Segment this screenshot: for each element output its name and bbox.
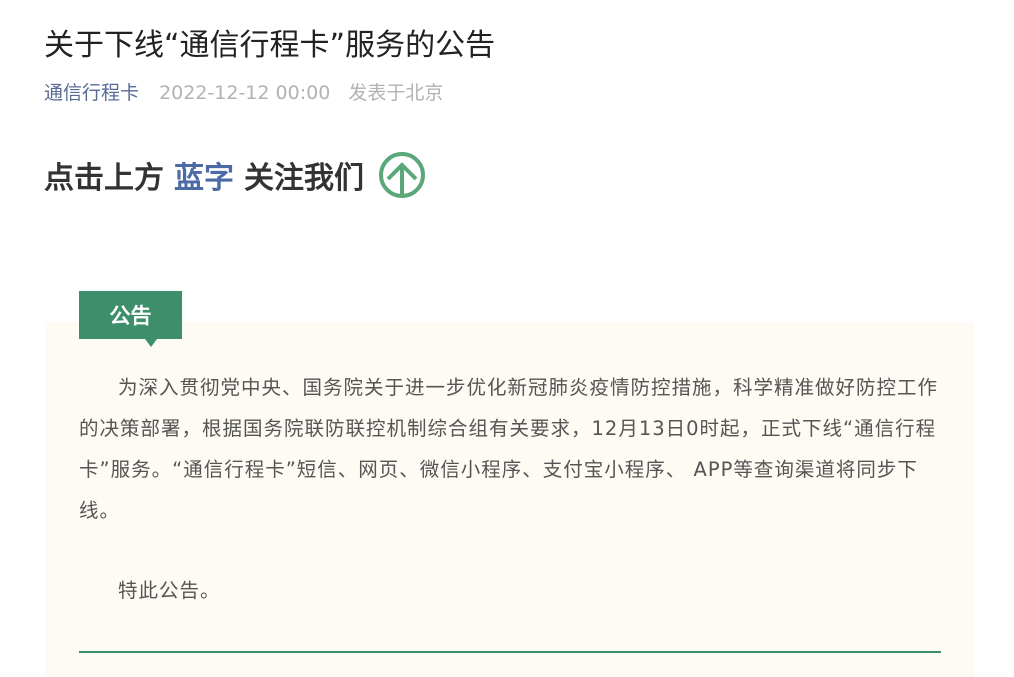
follow-prefix: 点击上方 bbox=[44, 161, 164, 196]
notice-tag: 公告 bbox=[79, 291, 182, 339]
article-title: 关于下线“通信行程卡”服务的公告 bbox=[44, 28, 496, 63]
publish-time: 2022-12-12 00:00 bbox=[159, 82, 331, 104]
article-page: 关于下线“通信行程卡”服务的公告 通信行程卡 2022-12-12 00:00 … bbox=[0, 0, 1014, 677]
notice-paragraph: 为深入贯彻党中央、国务院关于进一步优化新冠肺炎疫情防控措施，科学精准做好防控工作… bbox=[79, 376, 939, 522]
up-arrow-circle-icon bbox=[379, 152, 425, 198]
notice-tag-pointer bbox=[145, 339, 157, 347]
article-meta: 通信行程卡 2022-12-12 00:00 发表于北京 bbox=[44, 78, 443, 105]
follow-suffix: 关注我们 bbox=[244, 161, 364, 196]
divider bbox=[79, 651, 941, 653]
follow-highlight: 蓝字 bbox=[174, 161, 234, 196]
follow-banner: 点击上方 蓝字 关注我们 bbox=[44, 150, 426, 200]
publish-location: 发表于北京 bbox=[348, 82, 444, 104]
account-name-link[interactable]: 通信行程卡 bbox=[44, 82, 139, 104]
notice-closing: 特此公告。 bbox=[118, 579, 221, 602]
